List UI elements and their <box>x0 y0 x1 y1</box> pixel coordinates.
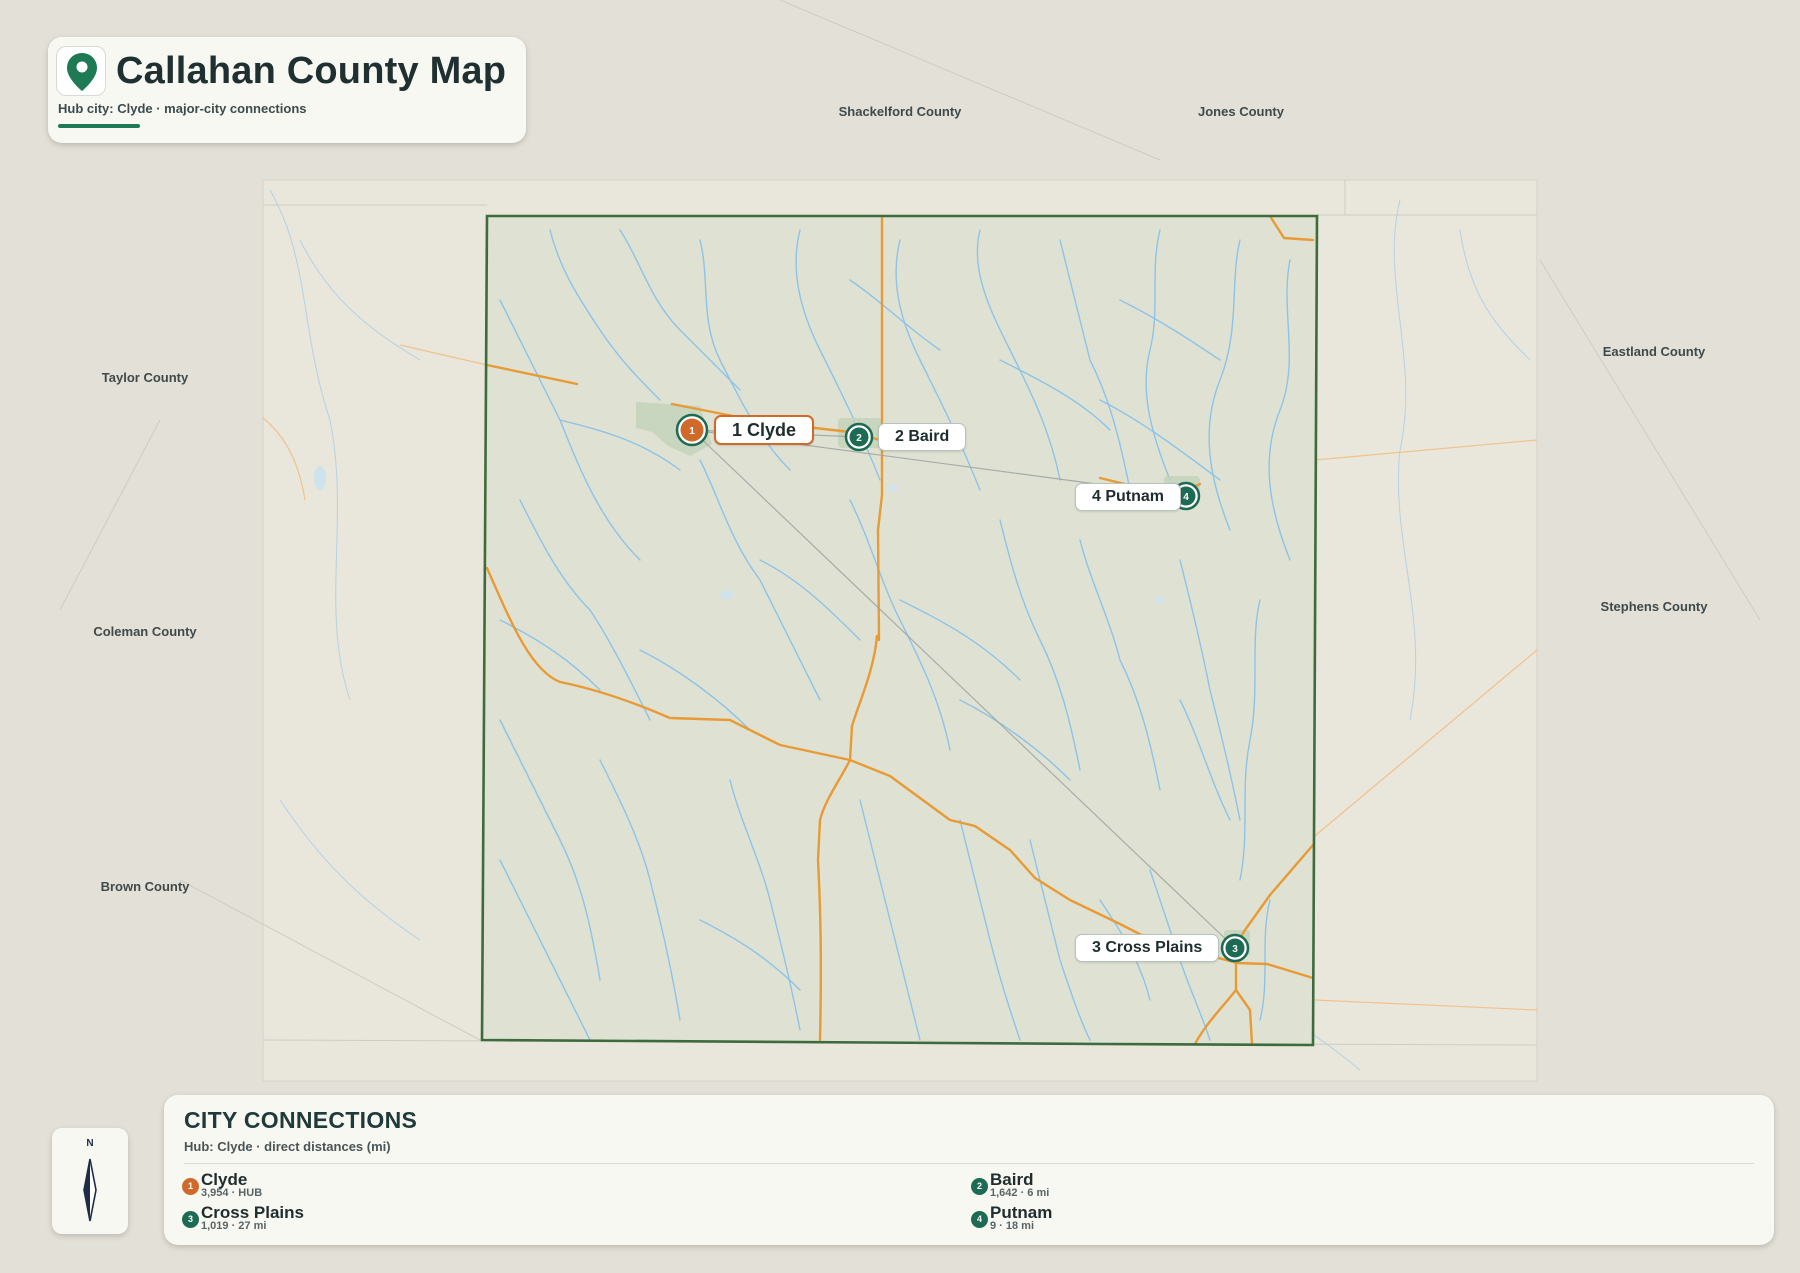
legend-city-detail: 9 · 18 mi <box>990 1220 1035 1232</box>
title-accent-bar <box>58 124 140 128</box>
county-label-taylor: Taylor County <box>101 370 189 385</box>
city-marker-number: 1 <box>689 426 695 437</box>
legend-divider <box>184 1163 1754 1164</box>
compass: N <box>52 1128 128 1234</box>
compass-north-label: N <box>86 1138 94 1149</box>
city-marker-number: 4 <box>1183 492 1189 503</box>
city-label-putnam[interactable]: 4 Putnam <box>1075 483 1182 511</box>
compass-arrow-icon <box>83 1158 97 1222</box>
city-marker-clyde[interactable]: 1 <box>675 413 709 447</box>
legend-subtitle: Hub: Clyde · direct distances (mi) <box>184 1139 391 1154</box>
county-label-jones: Jones County <box>1198 104 1284 119</box>
legend-badge: 4 <box>971 1211 988 1228</box>
city-marker-number: 3 <box>1232 944 1238 955</box>
legend-card: CITY CONNECTIONS Hub: Clyde · direct dis… <box>164 1095 1774 1245</box>
legend-city-detail: 3,954 · HUB <box>201 1187 263 1199</box>
legend-badge: 3 <box>182 1211 199 1228</box>
page-subtitle: Hub city: Clyde · major-city connections <box>58 101 307 116</box>
legend-title: CITY CONNECTIONS <box>184 1107 418 1133</box>
county-label-eastland: Eastland County <box>1602 344 1706 359</box>
city-marker-number: 2 <box>856 433 862 444</box>
pin-box <box>56 46 106 96</box>
legend-city-detail: 1,642 · 6 mi <box>990 1187 1050 1199</box>
city-label-cross-plains[interactable]: 3 Cross Plains <box>1075 934 1220 962</box>
city-label-clyde[interactable]: 1 Clyde <box>714 415 815 445</box>
map-pin-icon <box>67 53 97 91</box>
legend-badge: 2 <box>971 1178 988 1195</box>
county-label-brown: Brown County <box>100 879 190 894</box>
county-label-shackelford: Shackelford County <box>838 104 962 119</box>
city-marker-cross-plains[interactable]: 3 <box>1220 933 1250 963</box>
city-label-baird[interactable]: 2 Baird <box>878 423 967 451</box>
title-card: Callahan County Map Hub city: Clyde · ma… <box>48 37 526 143</box>
county-label-stephens: Stephens County <box>1600 599 1708 614</box>
city-marker-baird[interactable]: 2 <box>844 422 874 452</box>
map-canvas[interactable]: 1 2 4 3 <box>0 0 1800 1273</box>
county-label-coleman: Coleman County <box>93 624 197 639</box>
legend-city-detail: 1,019 · 27 mi <box>201 1220 267 1232</box>
legend-badge: 1 <box>182 1178 199 1195</box>
page-title: Callahan County Map <box>116 50 507 92</box>
